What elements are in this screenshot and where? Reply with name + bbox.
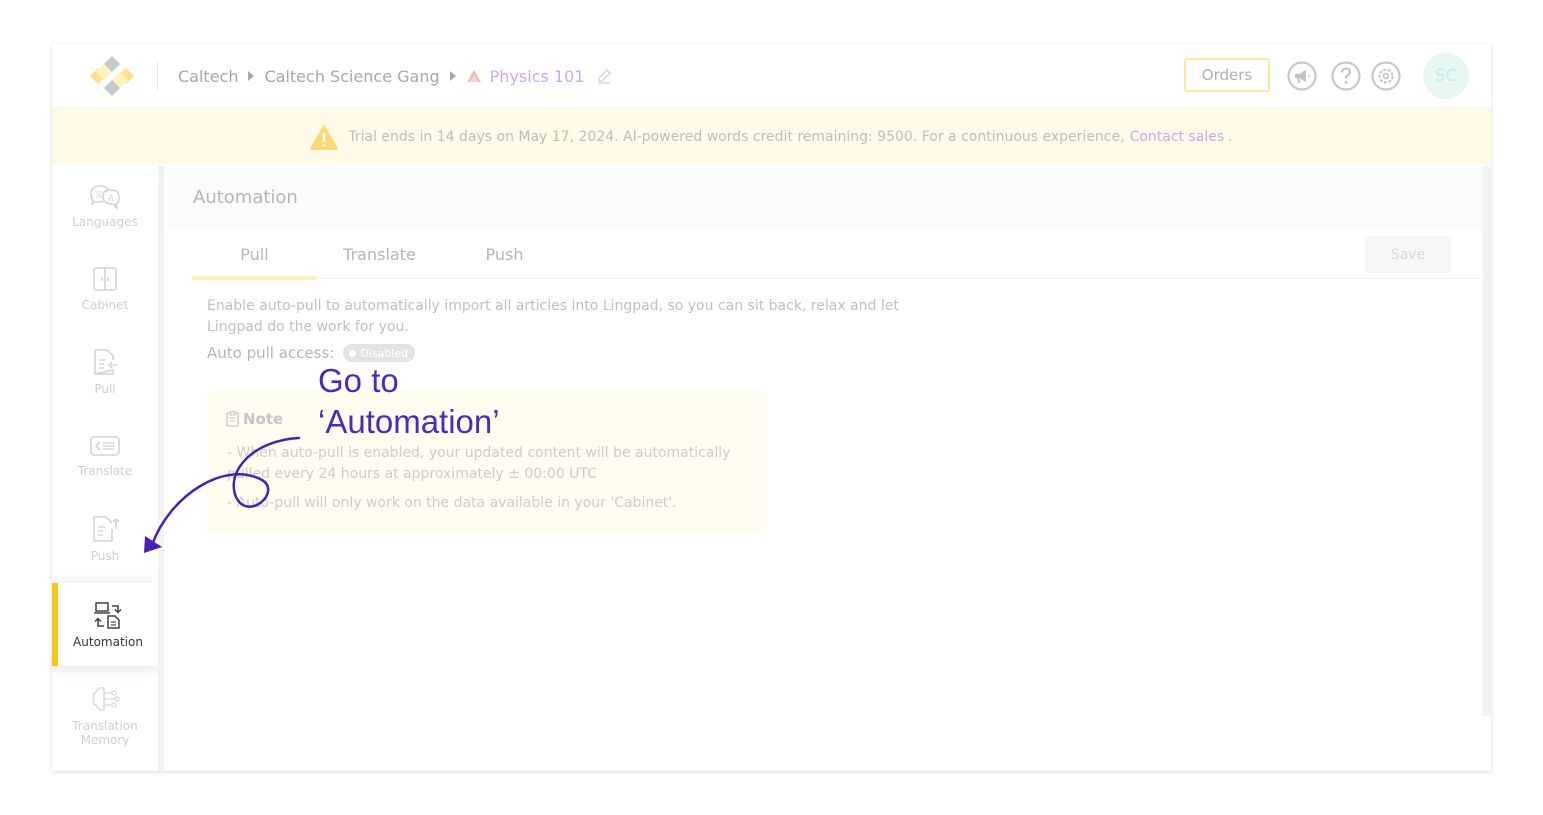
- breadcrumb: Caltech Caltech Science Gang Physics 101: [178, 64, 612, 88]
- page-header: Automation: [164, 166, 1483, 230]
- push-icon: [93, 516, 120, 542]
- annotation-line-1: Go to: [318, 362, 399, 399]
- languages-icon: A 文: [90, 185, 120, 209]
- auto-pull-label: Auto pull access:: [207, 344, 335, 362]
- annotation-line-2: ‘Automation’: [318, 403, 500, 440]
- trial-banner-tail: .: [1228, 129, 1233, 145]
- breadcrumb-org[interactable]: Caltech: [178, 67, 238, 86]
- orders-button[interactable]: Orders: [1184, 58, 1270, 92]
- sidebar-item-languages[interactable]: A 文 Languages: [52, 166, 158, 246]
- project-icon: [466, 70, 481, 82]
- sidebar-item-label: Cabinet: [81, 298, 129, 312]
- toggle-knob: [349, 349, 357, 357]
- svg-text:A: A: [108, 194, 115, 204]
- save-button[interactable]: Save: [1365, 236, 1451, 273]
- settings-gear-icon[interactable]: [1371, 61, 1401, 91]
- page-title: Automation: [193, 187, 298, 208]
- contact-sales-link[interactable]: Contact sales: [1130, 129, 1225, 145]
- translation-memory-icon: [92, 687, 120, 711]
- tab-push[interactable]: Push: [442, 232, 567, 276]
- sidebar-item-label: Pull: [94, 382, 116, 396]
- main-panel: Automation Pull Translate Push Save Enab…: [164, 166, 1483, 771]
- tab-bar: Pull Translate Push: [192, 232, 1483, 280]
- breadcrumb-team[interactable]: Caltech Science Gang: [264, 67, 439, 86]
- announcement-icon[interactable]: [1287, 61, 1317, 91]
- trial-banner: Trial ends in 14 days on May 17, 2024. A…: [52, 109, 1491, 165]
- auto-pull-description: Enable auto-pull to automatically import…: [207, 298, 899, 335]
- header-divider: [157, 62, 158, 90]
- scrollbar[interactable]: [1483, 166, 1491, 716]
- caret-right-icon: [449, 71, 456, 81]
- lingpad-logo[interactable]: [90, 54, 134, 98]
- pull-icon: [94, 349, 117, 375]
- caret-right-icon: [248, 71, 255, 81]
- automation-icon: [94, 601, 122, 629]
- warning-icon: [310, 124, 339, 150]
- top-header: Caltech Caltech Science Gang Physics 101…: [52, 44, 1491, 109]
- sidebar-item-cabinet[interactable]: Cabinet: [52, 249, 158, 329]
- sidebar-item-label: Automation: [73, 634, 143, 649]
- tab-pull[interactable]: Pull: [192, 232, 317, 280]
- note-heading: Note: [226, 410, 283, 428]
- note-title: Note: [243, 410, 284, 428]
- tab-translate[interactable]: Translate: [317, 232, 442, 276]
- tutorial-annotation: Go to ‘Automation’: [318, 360, 500, 442]
- help-icon[interactable]: [1331, 61, 1361, 91]
- trial-banner-text: Trial ends in 14 days on May 17, 2024. A…: [348, 129, 1125, 145]
- sidebar-item-pull[interactable]: Pull: [52, 332, 158, 412]
- sidebar-item-translate[interactable]: Translate: [52, 416, 158, 496]
- sidebar-item-push[interactable]: Push: [52, 499, 158, 579]
- edit-pencil-icon[interactable]: [596, 68, 612, 84]
- sidebar-item-translation-memory[interactable]: Translation Memory: [52, 671, 158, 761]
- auto-pull-status: Disabled: [360, 346, 409, 360]
- breadcrumb-project[interactable]: Physics 101: [490, 67, 585, 86]
- cabinet-icon: [93, 267, 117, 291]
- clipboard-icon: [226, 411, 239, 427]
- note-line: - Auto-pull will only work on the data a…: [227, 495, 677, 511]
- translate-icon: [90, 436, 120, 456]
- sidebar-item-automation[interactable]: Automation: [52, 583, 158, 666]
- sidebar-item-label: Push: [90, 549, 120, 563]
- note-line: - When auto-pull is enabled, your update…: [227, 445, 731, 482]
- sidebar-item-label: Translation Memory: [72, 719, 138, 747]
- svg-text:文: 文: [95, 189, 103, 199]
- sidebar-item-label: Translate: [77, 464, 133, 478]
- user-avatar[interactable]: SC: [1423, 53, 1469, 99]
- sidebar-item-label: Languages: [72, 215, 138, 229]
- sidebar: A 文 Languages Cabinet Pull Translate Pus…: [52, 166, 158, 771]
- app-window: Caltech Caltech Science Gang Physics 101…: [52, 44, 1491, 771]
